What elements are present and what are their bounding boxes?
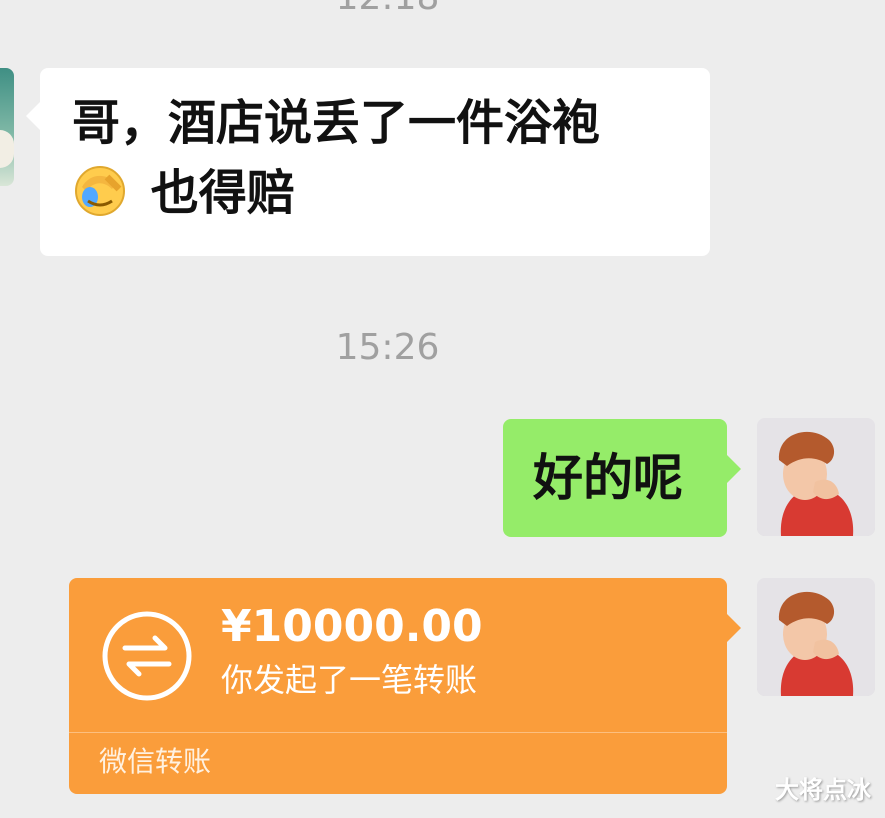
outgoing-message-bubble[interactable]: 好的呢 bbox=[503, 419, 741, 537]
outgoing-message-text: 好的呢 bbox=[533, 449, 683, 507]
user-avatar-2[interactable] bbox=[757, 578, 875, 696]
transfer-description: 你发起了一笔转账 bbox=[221, 661, 478, 699]
incoming-message-text: 哥，酒店说丢了一件浴袍 也得赔 bbox=[72, 88, 692, 228]
watermark-label: 大将点冰 bbox=[775, 776, 871, 804]
incoming-message-bubble[interactable]: 哥，酒店说丢了一件浴袍 也得赔 bbox=[26, 68, 710, 256]
user-avatar[interactable] bbox=[757, 418, 875, 536]
incoming-message-line-2: 也得赔 bbox=[150, 165, 295, 221]
incoming-message-line-1: 哥，酒店说丢了一件浴袍 bbox=[72, 95, 601, 151]
transfer-divider bbox=[69, 732, 727, 733]
transfer-bubble[interactable]: ¥10000.00 你发起了一笔转账 微信转账 bbox=[69, 578, 741, 794]
timestamp-middle: 15:26 bbox=[335, 327, 440, 368]
user-avatar-image-2 bbox=[757, 578, 875, 696]
transfer-amount: ¥10000.00 bbox=[221, 601, 483, 652]
contact-avatar[interactable] bbox=[0, 68, 14, 186]
transfer-arrows-icon bbox=[102, 611, 192, 701]
user-avatar-image bbox=[757, 418, 875, 536]
transfer-footer-label: 微信转账 bbox=[99, 745, 212, 778]
timestamp-top: 12:18 bbox=[0, 0, 775, 18]
face-palm-crying-emoji-icon bbox=[75, 166, 125, 216]
